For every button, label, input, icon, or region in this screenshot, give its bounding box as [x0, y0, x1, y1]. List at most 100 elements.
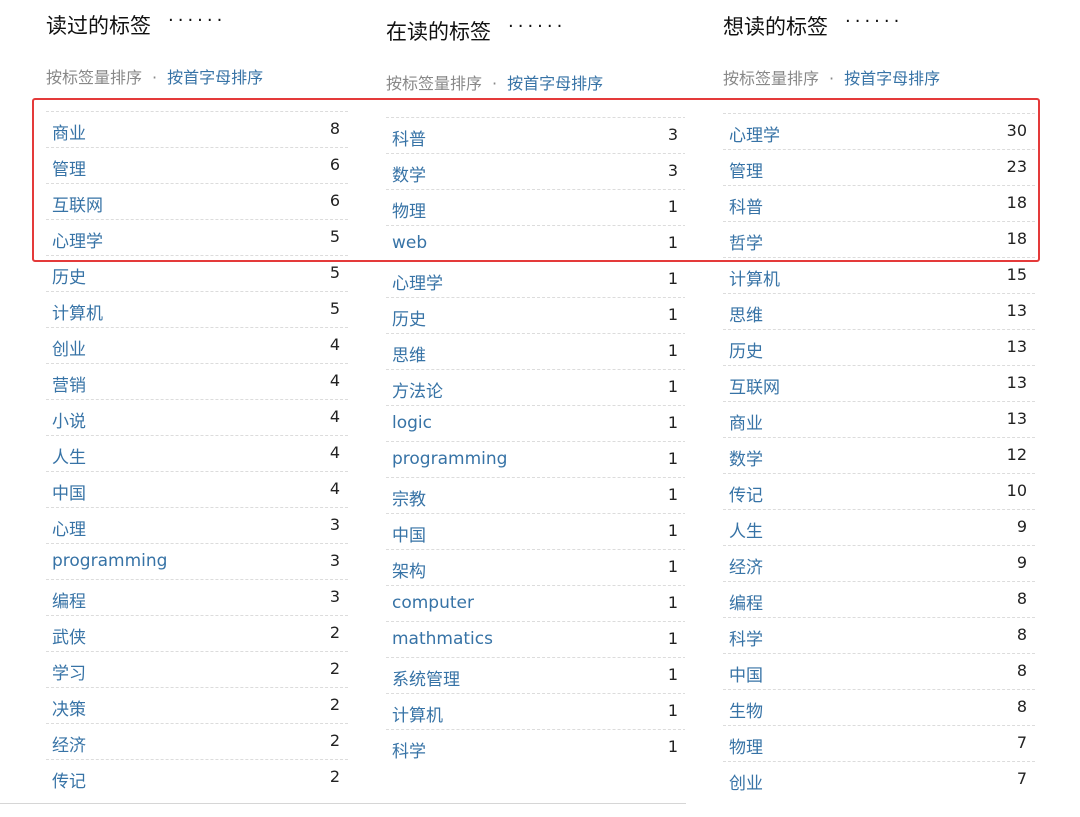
- tag-row[interactable]: programming 3: [46, 543, 348, 579]
- tag-name-link[interactable]: 创业: [52, 335, 86, 360]
- tag-name-link[interactable]: 互联网: [52, 191, 103, 216]
- tag-name-link[interactable]: 人生: [729, 517, 763, 542]
- tag-row[interactable]: 经济 9: [723, 545, 1035, 581]
- tag-row[interactable]: 计算机 5: [46, 291, 348, 327]
- tag-name-link[interactable]: 武侠: [52, 623, 86, 648]
- tag-row[interactable]: 物理 1: [386, 189, 686, 225]
- tag-name-link[interactable]: computer: [392, 593, 474, 613]
- tag-name-link[interactable]: 心理学: [729, 121, 780, 146]
- tag-name-link[interactable]: 心理: [52, 515, 86, 540]
- tag-row[interactable]: 科普 18: [723, 185, 1035, 221]
- tag-row[interactable]: 心理学 5: [46, 219, 348, 255]
- tag-row[interactable]: 互联网 13: [723, 365, 1035, 401]
- tag-name-link[interactable]: 历史: [392, 305, 426, 330]
- tag-row[interactable]: 系统管理 1: [386, 657, 686, 693]
- tag-row[interactable]: 生物 8: [723, 689, 1035, 725]
- tag-name-link[interactable]: 科学: [729, 625, 763, 650]
- tag-name-link[interactable]: 互联网: [729, 373, 780, 398]
- tag-name-link[interactable]: 物理: [392, 197, 426, 222]
- tag-row[interactable]: computer 1: [386, 585, 686, 621]
- tag-row[interactable]: 物理 7: [723, 725, 1035, 761]
- tag-row[interactable]: 人生 4: [46, 435, 348, 471]
- tag-row[interactable]: 计算机 1: [386, 693, 686, 729]
- tag-name-link[interactable]: 历史: [729, 337, 763, 362]
- tag-name-link[interactable]: 架构: [392, 557, 426, 582]
- tag-row[interactable]: 人生 9: [723, 509, 1035, 545]
- tag-row[interactable]: 中国 8: [723, 653, 1035, 689]
- tag-name-link[interactable]: 管理: [52, 155, 86, 180]
- tag-name-link[interactable]: logic: [392, 413, 432, 433]
- tag-row[interactable]: 营销 4: [46, 363, 348, 399]
- tag-row[interactable]: 科普 3: [386, 117, 686, 153]
- tag-row[interactable]: 科学 8: [723, 617, 1035, 653]
- tag-name-link[interactable]: 思维: [729, 301, 763, 326]
- tag-row[interactable]: 思维 1: [386, 333, 686, 369]
- tag-name-link[interactable]: 计算机: [729, 265, 780, 290]
- tag-row[interactable]: 编程 8: [723, 581, 1035, 617]
- tag-name-link[interactable]: 思维: [392, 341, 426, 366]
- tag-name-link[interactable]: programming: [52, 551, 167, 571]
- tag-row[interactable]: 经济 2: [46, 723, 348, 759]
- tag-row[interactable]: 管理 6: [46, 147, 348, 183]
- tag-name-link[interactable]: 中国: [729, 661, 763, 686]
- tag-name-link[interactable]: 商业: [729, 409, 763, 434]
- sort-by-alpha-link[interactable]: 按首字母排序: [507, 74, 603, 93]
- tag-name-link[interactable]: 科普: [729, 193, 763, 218]
- tag-row[interactable]: 互联网 6: [46, 183, 348, 219]
- tag-name-link[interactable]: 管理: [729, 157, 763, 182]
- tag-row[interactable]: 架构 1: [386, 549, 686, 585]
- tag-row[interactable]: 创业 4: [46, 327, 348, 363]
- tag-row[interactable]: 武侠 2: [46, 615, 348, 651]
- tag-row[interactable]: 历史 1: [386, 297, 686, 333]
- tag-row[interactable]: 方法论 1: [386, 369, 686, 405]
- tag-row[interactable]: 数学 12: [723, 437, 1035, 473]
- tag-row[interactable]: 思维 13: [723, 293, 1035, 329]
- tag-name-link[interactable]: 科学: [392, 737, 426, 762]
- tag-name-link[interactable]: 传记: [729, 481, 763, 506]
- tag-name-link[interactable]: 中国: [392, 521, 426, 546]
- tag-row[interactable]: 中国 1: [386, 513, 686, 549]
- tag-name-link[interactable]: 历史: [52, 263, 86, 288]
- tag-row[interactable]: 心理 3: [46, 507, 348, 543]
- tag-name-link[interactable]: 方法论: [392, 377, 443, 402]
- tag-row[interactable]: 宗教 1: [386, 477, 686, 513]
- tag-row[interactable]: 中国 4: [46, 471, 348, 507]
- tag-name-link[interactable]: 创业: [729, 769, 763, 794]
- tag-name-link[interactable]: 决策: [52, 695, 86, 720]
- tag-row[interactable]: 心理学 30: [723, 113, 1035, 149]
- tag-row[interactable]: logic 1: [386, 405, 686, 441]
- tag-name-link[interactable]: 编程: [52, 587, 86, 612]
- tag-name-link[interactable]: 心理学: [52, 227, 103, 252]
- tag-row[interactable]: 商业 8: [46, 111, 348, 147]
- tag-name-link[interactable]: 物理: [729, 733, 763, 758]
- tag-name-link[interactable]: 计算机: [52, 299, 103, 324]
- tag-name-link[interactable]: 传记: [52, 767, 86, 792]
- sort-by-alpha-link[interactable]: 按首字母排序: [844, 69, 940, 88]
- tag-name-link[interactable]: 数学: [729, 445, 763, 470]
- tag-row[interactable]: 哲学 18: [723, 221, 1035, 257]
- tag-row[interactable]: 小说 4: [46, 399, 348, 435]
- tag-name-link[interactable]: 心理学: [392, 269, 443, 294]
- tag-row[interactable]: 科学 1: [386, 729, 686, 765]
- tag-row[interactable]: 历史 13: [723, 329, 1035, 365]
- sort-by-alpha-link[interactable]: 按首字母排序: [167, 68, 263, 87]
- tag-name-link[interactable]: 商业: [52, 119, 86, 144]
- tag-name-link[interactable]: 学习: [52, 659, 86, 684]
- tag-name-link[interactable]: 编程: [729, 589, 763, 614]
- tag-row[interactable]: mathmatics 1: [386, 621, 686, 657]
- tag-name-link[interactable]: 经济: [52, 731, 86, 756]
- tag-row[interactable]: 编程 3: [46, 579, 348, 615]
- tag-name-link[interactable]: 人生: [52, 443, 86, 468]
- tag-row[interactable]: 计算机 15: [723, 257, 1035, 293]
- tag-name-link[interactable]: 数学: [392, 161, 426, 186]
- tag-name-link[interactable]: web: [392, 233, 427, 253]
- tag-name-link[interactable]: mathmatics: [392, 629, 493, 649]
- tag-row[interactable]: 历史 5: [46, 255, 348, 291]
- tag-name-link[interactable]: 经济: [729, 553, 763, 578]
- tag-row[interactable]: web 1: [386, 225, 686, 261]
- tag-name-link[interactable]: 生物: [729, 697, 763, 722]
- tag-row[interactable]: 传记 10: [723, 473, 1035, 509]
- tag-name-link[interactable]: 营销: [52, 371, 86, 396]
- tag-row[interactable]: 决策 2: [46, 687, 348, 723]
- tag-row[interactable]: 数学 3: [386, 153, 686, 189]
